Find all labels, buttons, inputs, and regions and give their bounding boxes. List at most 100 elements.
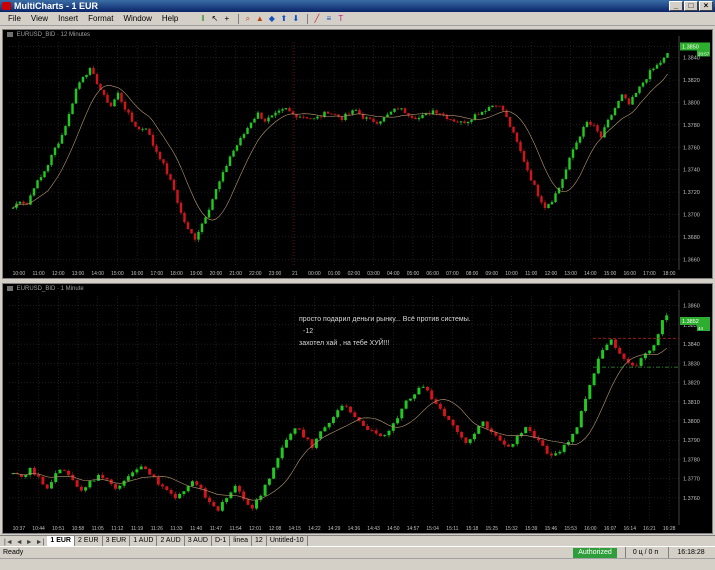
candle-body [413,394,417,399]
candle-body [141,128,144,130]
candle-body [267,478,271,485]
cursor-icon[interactable]: ↖ [210,14,219,23]
zoom-icon[interactable]: ⌕ [243,14,252,23]
menu-view[interactable]: View [31,14,48,23]
candle-body [277,110,281,113]
candle-body [519,141,522,152]
crosshair-icon[interactable]: + [222,14,231,23]
tab-first-icon[interactable]: |◄ [4,539,13,546]
candle-body [656,334,660,346]
candle-body [182,491,186,495]
candle-body [212,502,216,507]
minimize-button[interactable]: _ [669,1,683,11]
menu-file[interactable]: File [8,14,21,23]
candle-body [524,427,528,434]
x-tick-label: 14:43 [367,526,380,532]
candle-body [584,398,588,412]
candle-body [190,229,193,234]
candle-body [228,156,232,166]
candle-body [199,484,203,489]
arrow-down-icon[interactable]: ⬇ [291,14,300,23]
candle-body [249,122,253,128]
candle-body [627,98,631,105]
candle-body [92,480,96,482]
candle-body [558,451,562,454]
menu-format[interactable]: Format [88,14,113,23]
candle-body [512,126,515,133]
candle-body [511,444,515,447]
tab-linea[interactable]: linea [230,536,253,546]
candle-body [447,415,451,420]
menu-window[interactable]: Window [123,14,151,23]
candle-body [368,117,372,119]
candle-body [165,163,169,175]
candle-body [263,484,267,496]
x-tick-label: 22:00 [249,271,262,277]
tab-3-aud[interactable]: 3 AUD [185,536,212,546]
x-tick-label: 16:00 [584,526,597,532]
candle-body [400,108,403,110]
tab-last-icon[interactable]: ►| [36,539,45,546]
candle-body [400,408,404,419]
line-icon[interactable]: ╱ [312,14,321,23]
candle-body [169,174,172,180]
tab-2-eur[interactable]: 2 EUR [75,536,103,546]
y-tick-label: 1.3840 [683,56,700,62]
text-icon[interactable]: T [336,14,345,23]
candle-body [582,127,585,137]
bar-style-icon[interactable]: ‖ [198,14,207,23]
toolbar: ‖ ↖ + ⌕ ▲ ◆ ⬆ ⬇ ╱ ≡ T [198,13,348,24]
maximize-button[interactable]: □ [684,1,698,11]
fib-icon[interactable]: ≡ [324,14,333,23]
candle-body [79,486,83,491]
x-tick-label: 15:18 [466,526,479,532]
tab-1-aud[interactable]: 1 AUD [130,536,158,546]
candle-body [508,117,512,127]
candle-body [484,110,487,112]
candle-body [239,137,242,146]
candle-body [635,365,639,367]
candle-body [173,493,177,499]
x-tick-label: 16:00 [623,271,636,277]
candle-body [438,403,442,409]
candle-body [144,128,148,130]
tab-1-eur[interactable]: 1 EUR [47,536,75,546]
close-button[interactable]: × [699,1,713,11]
candle-body [32,188,36,196]
candle-body [232,150,235,157]
tab-3-eur[interactable]: 3 EUR [103,536,131,546]
candle-body [466,121,470,124]
x-tick-label: 23:00 [269,271,282,277]
candle-body [452,119,456,122]
candle-body [306,437,310,440]
menu-insert[interactable]: Insert [58,14,78,23]
x-tick-label: 11:00 [32,271,44,277]
x-tick-label: 04:00 [387,271,400,277]
y-tick-label: 1.3660 [683,257,700,263]
x-tick-label: 12:00 [545,271,558,277]
candle-body [135,469,139,473]
pan-icon[interactable]: ◆ [267,14,276,23]
candle-body [361,420,365,427]
candle-body [169,489,173,494]
tab-12[interactable]: 12 [252,536,267,546]
menu-help[interactable]: Help [162,14,178,23]
tab-next-icon[interactable]: ► [26,539,33,546]
candle-body [435,110,438,114]
x-tick-label: 16:28 [663,526,676,532]
indicator-icon[interactable]: ▲ [255,14,264,23]
candle-body [648,350,652,354]
candle-body [498,105,501,107]
candle-body [404,400,408,409]
tab-prev-icon[interactable]: ◄ [16,539,23,546]
tab-2-aud[interactable]: 2 AUD [157,536,185,546]
chart-panel-12min[interactable]: 1.3850 1.3840 1.3820 1.3800 1.3780 1.3760 1.37… [2,29,713,279]
tab-untitled-10[interactable]: Untitled-10 [267,536,308,546]
y-tick-label: 1.3820 [683,78,700,84]
tab-d-1[interactable]: D-1 [212,536,231,546]
candle-body [540,196,543,203]
arrow-up-icon[interactable]: ⬆ [279,14,288,23]
candle-body [460,431,464,438]
candle-body [340,405,344,411]
chart-panel-1min[interactable]: 1.3860 1.3850 1.3840 1.3830 1.3820 1.3810 1.38… [2,283,713,534]
